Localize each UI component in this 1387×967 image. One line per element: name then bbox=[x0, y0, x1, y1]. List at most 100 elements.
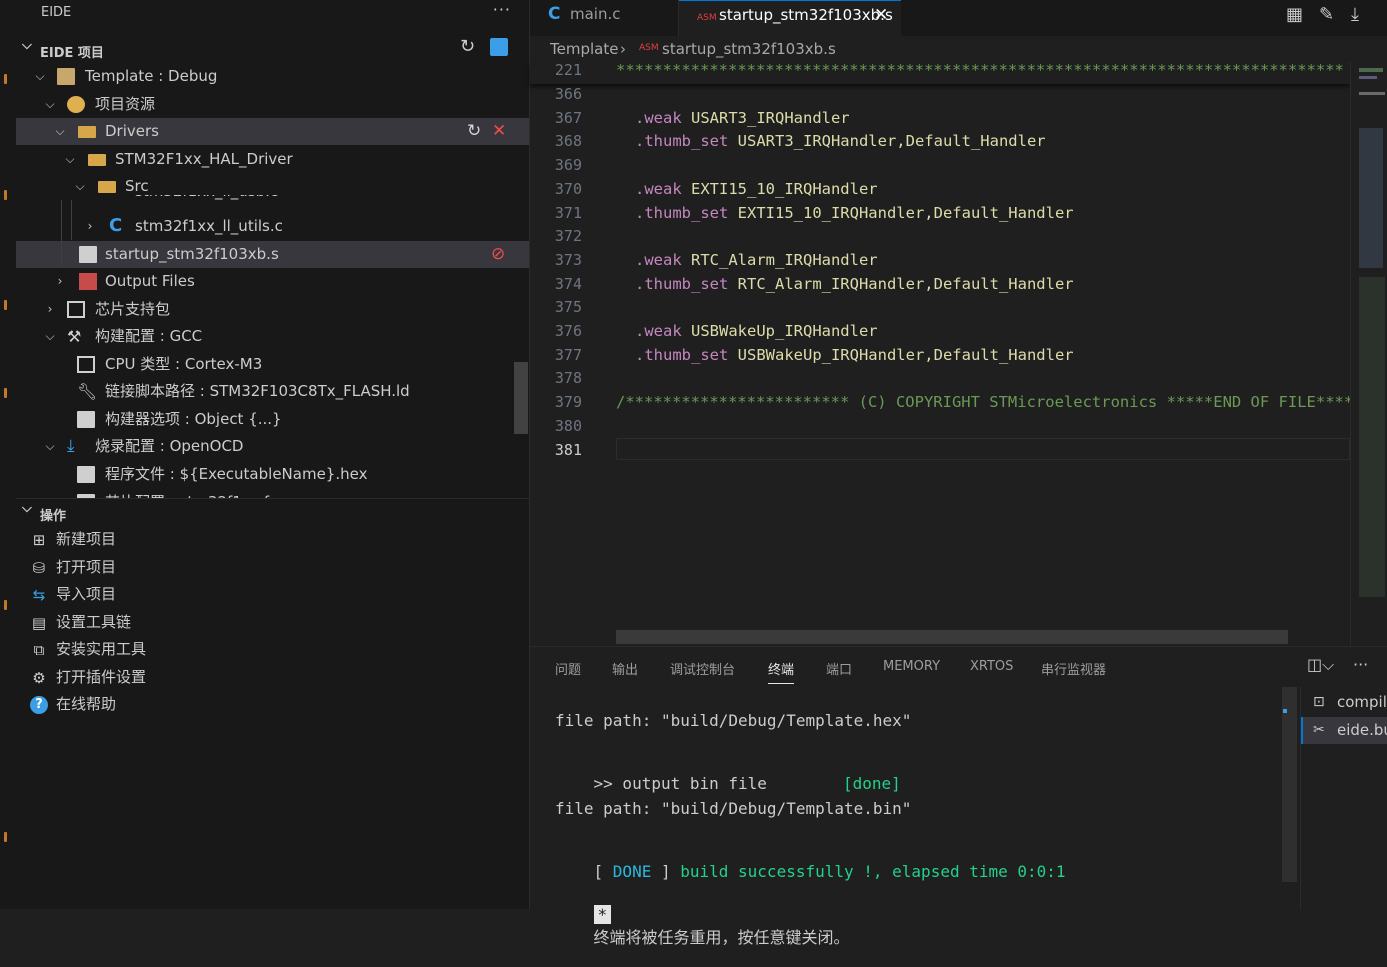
terminal-item-label: eide.build bbox=[1337, 721, 1387, 739]
online-help-button[interactable]: ? 在线帮助 bbox=[16, 691, 529, 718]
asm-file-icon: ASM bbox=[639, 43, 659, 53]
activity-marker bbox=[4, 74, 7, 84]
code-line[interactable]: 375 bbox=[530, 295, 1350, 319]
project-section-header[interactable]: ⌵ EIDE 项目 ↻ bbox=[16, 36, 529, 62]
tree-item-flash-config[interactable]: ⌵ ⤓ 烧录配置 : OpenOCD bbox=[16, 433, 529, 460]
tree-item-program-file[interactable]: 程序文件 : ${ExecutableName}.hex bbox=[16, 461, 529, 488]
code-line[interactable]: 374 .thumb_set RTC_Alarm_IRQHandler,Defau… bbox=[530, 272, 1350, 296]
tree-item-hal-driver[interactable]: ⌵ STM32F1xx_HAL_Driver bbox=[16, 146, 529, 173]
remove-icon[interactable]: ✕ bbox=[492, 118, 506, 145]
refresh-icon[interactable]: ↻ bbox=[467, 118, 481, 145]
sticky-scroll-line[interactable]: 221 ************************************… bbox=[530, 61, 1350, 84]
terminal-scrollbar[interactable] bbox=[1282, 687, 1297, 910]
code-line[interactable]: 379 /************************ (C) COPYRIG… bbox=[530, 390, 1350, 414]
project-section-label: EIDE 项目 bbox=[40, 46, 104, 61]
tab-debug-console[interactable]: 调试控制台 bbox=[670, 659, 735, 678]
sidebar-scrollbar[interactable] bbox=[514, 362, 528, 434]
refresh-icon[interactable]: ↻ bbox=[460, 36, 475, 57]
tree-item-ll-utils[interactable]: › C stm32f1xx_ll_utils.c bbox=[16, 213, 529, 240]
breadcrumb-file[interactable]: startup_stm32f103xb.s bbox=[662, 40, 836, 58]
tree-item-project[interactable]: ⌵ Template : Debug bbox=[16, 63, 529, 90]
tab-xrtos[interactable]: XRTOS bbox=[970, 659, 1013, 674]
tab-problems[interactable]: 问题 bbox=[555, 659, 581, 678]
tree-item-chip-config[interactable]: 芯片配置 : stm32f1x.cfg bbox=[16, 489, 529, 498]
tab-terminal[interactable]: 终端 bbox=[768, 659, 795, 684]
tab-main-c[interactable]: C main.c bbox=[530, 0, 679, 36]
folder-icon bbox=[78, 126, 96, 138]
build-icon[interactable]: ▦ bbox=[1286, 4, 1303, 25]
tree-item-label: stm32f1xx_ll_utils.c bbox=[135, 217, 283, 235]
code-line[interactable]: 372 bbox=[530, 224, 1350, 248]
clean-icon[interactable]: ✎ bbox=[1319, 4, 1334, 25]
code-line[interactable]: 368 .thumb_set USART3_IRQHandler,Default_… bbox=[530, 129, 1350, 153]
tree-item-src[interactable]: ⌵ Src bbox=[16, 173, 529, 195]
activity-marker bbox=[4, 832, 7, 842]
more-actions-icon[interactable]: ··· bbox=[1353, 655, 1368, 674]
split-terminal-icon[interactable]: ◫⌵ bbox=[1307, 655, 1334, 675]
c-file-icon: C bbox=[109, 215, 123, 236]
code-line[interactable]: 367 .weak USART3_IRQHandler bbox=[530, 106, 1350, 130]
code-text: .thumb_set USBWakeUp_IRQHandler,Default_… bbox=[635, 343, 1074, 367]
scrollbar-thumb[interactable] bbox=[1282, 687, 1297, 882]
code-line[interactable]: 366 bbox=[530, 82, 1350, 106]
line-number: 380 bbox=[554, 417, 582, 435]
directive: .thumb_set bbox=[635, 275, 729, 293]
tree-item-cpu-type[interactable]: CPU 类型 : Cortex-M3 bbox=[16, 351, 529, 378]
save-project-icon[interactable] bbox=[490, 38, 508, 56]
new-project-button[interactable]: ⊞ 新建项目 bbox=[16, 526, 529, 553]
resources-icon bbox=[67, 96, 85, 113]
minimap[interactable] bbox=[1350, 62, 1387, 645]
tab-startup-file[interactable]: ASM startup_stm32f103xb.s ✕ bbox=[679, 0, 901, 37]
tree-item-label: 项目资源 bbox=[95, 95, 156, 113]
tree-item-resources[interactable]: ⌵ 项目资源 bbox=[16, 91, 529, 118]
tree-item-ll-usb[interactable]: stm32f1xx_ll_usb.c bbox=[16, 195, 529, 205]
chevron-down-icon: ⌵ bbox=[35, 69, 45, 83]
code-line[interactable]: 371 .thumb_set EXTI15_10_IRQHandler,Defau… bbox=[530, 201, 1350, 225]
code-line[interactable]: 376 .weak USBWakeUp_IRQHandler bbox=[530, 319, 1350, 343]
tree-item-startup-file[interactable]: startup_stm32f103xb.s ⊘ bbox=[16, 241, 529, 268]
tree-item-chip-pack[interactable]: › 芯片支持包 bbox=[16, 296, 529, 323]
tab-memory[interactable]: MEMORY bbox=[883, 659, 940, 674]
terminal-item-eide-build[interactable]: ✂ eide.build bbox=[1301, 717, 1387, 744]
chevron-down-icon: ⌵ bbox=[45, 439, 55, 453]
install-utils-button[interactable]: ⧉ 安装实用工具 bbox=[16, 636, 529, 663]
code-line[interactable]: 377 .thumb_set USBWakeUp_IRQHandler,Defau… bbox=[530, 343, 1350, 367]
ops-section-header[interactable]: ⌵ 操作 bbox=[16, 498, 529, 525]
code-line[interactable]: 369 bbox=[530, 153, 1350, 177]
terminal-list: ⊡ compile ✂ eide.build bbox=[1300, 687, 1387, 910]
tab-serial-monitor[interactable]: 串行监视器 bbox=[1041, 659, 1106, 678]
wrench-icon: 🔧︎ bbox=[77, 382, 98, 401]
tree-item-label: 程序文件 : ${ExecutableName}.hex bbox=[105, 465, 368, 483]
code-line[interactable]: 380 bbox=[530, 414, 1350, 438]
line-number: 377 bbox=[554, 346, 582, 364]
code-line[interactable]: 373 .weak RTC_Alarm_IRQHandler bbox=[530, 248, 1350, 272]
setup-toolchain-button[interactable]: ▤ 设置工具链 bbox=[16, 609, 529, 636]
tree-item-build-config[interactable]: ⌵ ⚒ 构建配置 : GCC bbox=[16, 323, 529, 350]
import-project-button[interactable]: ⇆ 导入项目 bbox=[16, 581, 529, 608]
close-icon[interactable]: ✕ bbox=[874, 1, 888, 29]
tree-item-linker-script[interactable]: 🔧︎ 链接脚本路径 : STM32F103C8Tx_FLASH.ld bbox=[16, 378, 529, 405]
line-number: 368 bbox=[554, 132, 582, 150]
tab-ports[interactable]: 端口 bbox=[826, 659, 852, 678]
chevron-down-icon: ⌵ bbox=[45, 97, 55, 111]
tree-item-output-files[interactable]: › Output Files bbox=[16, 268, 529, 295]
open-project-button[interactable]: ⛁ 打开项目 bbox=[16, 554, 529, 581]
download-icon[interactable]: ⤓ bbox=[1351, 4, 1359, 25]
code-line[interactable]: 378 bbox=[530, 366, 1350, 390]
more-actions-icon[interactable]: ··· bbox=[493, 0, 511, 19]
tree-item-drivers[interactable]: ⌵ Drivers ↻ ✕ bbox=[16, 118, 529, 145]
tab-output[interactable]: 输出 bbox=[612, 659, 638, 678]
plugin-settings-button[interactable]: ⚙ 打开插件设置 bbox=[16, 664, 529, 691]
download-icon: ⤓ bbox=[67, 436, 75, 456]
terminal-item-compile[interactable]: ⊡ compile bbox=[1301, 689, 1387, 716]
tree-item-label: 链接脚本路径 : STM32F103C8Tx_FLASH.ld bbox=[105, 382, 410, 400]
horizontal-scrollbar[interactable] bbox=[616, 630, 1288, 644]
tree-item-label: 构建器选项 : Object {...} bbox=[105, 410, 282, 428]
exclude-icon[interactable]: ⊘ bbox=[491, 241, 505, 268]
asm-file-icon: ASM bbox=[697, 13, 717, 23]
tree-item-builder-options[interactable]: 构建器选项 : Object {...} bbox=[16, 406, 529, 433]
directive: .thumb_set bbox=[635, 132, 729, 150]
code-line[interactable]: 370 .weak EXTI15_10_IRQHandler bbox=[530, 177, 1350, 201]
breadcrumb-root[interactable]: Template bbox=[550, 40, 618, 58]
symbol: EXTI15_10_IRQHandler,Default_Handler bbox=[728, 204, 1074, 222]
